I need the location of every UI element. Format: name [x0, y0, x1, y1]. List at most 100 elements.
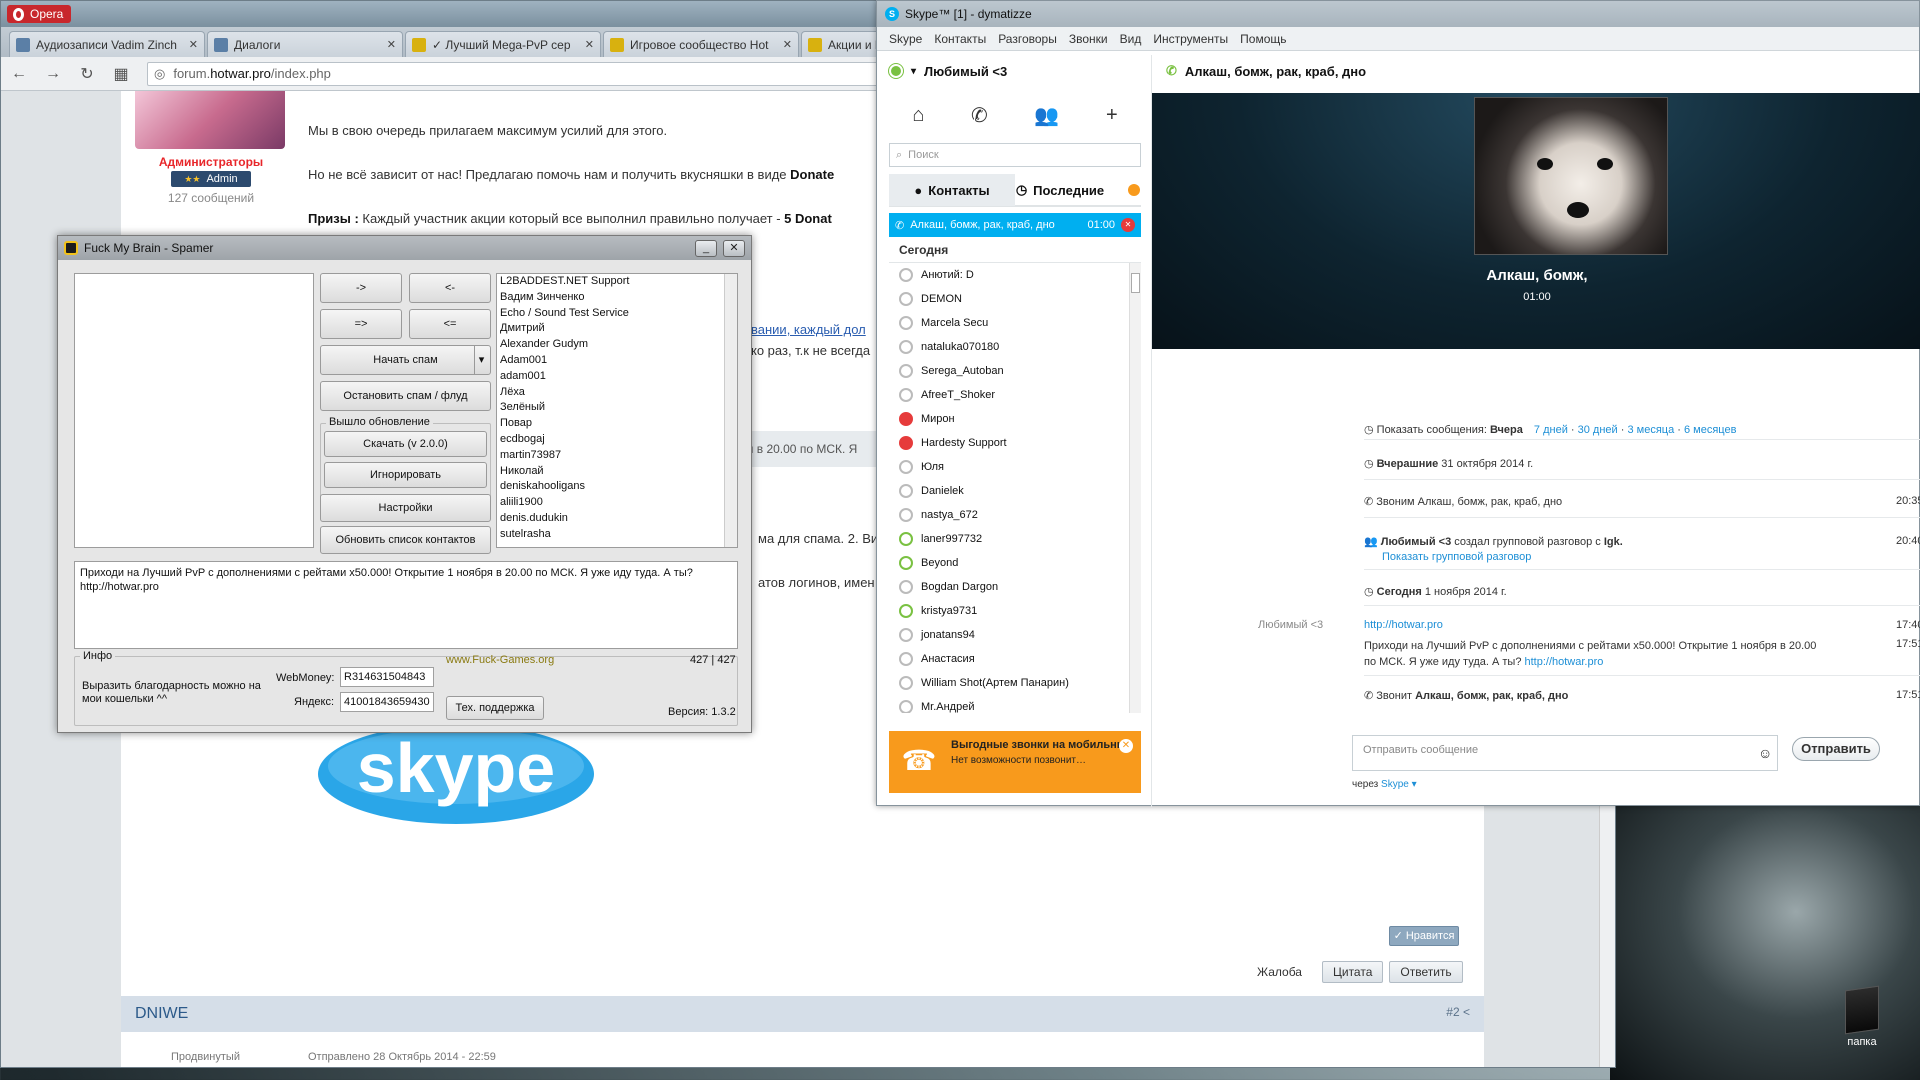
- message-link[interactable]: http://hotwar.pro: [1364, 619, 1443, 639]
- contacts-scrollbar[interactable]: [1129, 263, 1141, 713]
- hang-up-icon[interactable]: ✕: [1121, 218, 1135, 232]
- refresh-contacts-button[interactable]: Обновить список контактов: [320, 526, 491, 554]
- like-button[interactable]: ✓ Нравится: [1389, 926, 1459, 946]
- contact-list-item[interactable]: L2BADDEST.NET Support: [497, 274, 737, 290]
- contact-list-item[interactable]: Николай: [497, 464, 737, 480]
- contact-item[interactable]: Анютий: D: [889, 263, 1141, 287]
- forward-arrow-icon[interactable]: →: [45, 65, 61, 83]
- post-number[interactable]: #2 <: [1446, 1005, 1470, 1023]
- contact-item[interactable]: Юля: [889, 455, 1141, 479]
- support-button[interactable]: Тех. поддержка: [446, 696, 544, 720]
- close-tab-icon[interactable]: ✕: [783, 38, 792, 51]
- contact-list-item[interactable]: Echo / Sound Test Service: [497, 306, 737, 322]
- contact-list-item[interactable]: ecdbogaj: [497, 432, 737, 448]
- menu-item[interactable]: Звонки: [1069, 32, 1108, 46]
- contact-list-item[interactable]: Повар: [497, 416, 737, 432]
- close-button[interactable]: ✕: [723, 239, 745, 257]
- tab-contacts[interactable]: ● Контакты: [889, 174, 1015, 206]
- reply-button[interactable]: Ответить: [1389, 961, 1463, 983]
- start-spam-button[interactable]: Начать спам ▾: [320, 345, 491, 375]
- contact-item[interactable]: laner997732: [889, 527, 1141, 551]
- move-right-button[interactable]: ->: [320, 273, 402, 303]
- scrollbar-thumb[interactable]: [1131, 273, 1140, 293]
- menu-item[interactable]: Инструменты: [1153, 32, 1228, 46]
- contact-list-item[interactable]: Вадим Зинченко: [497, 290, 737, 306]
- add-contact-icon[interactable]: +: [1106, 104, 1118, 127]
- send-button[interactable]: Отправить: [1792, 737, 1880, 761]
- back-arrow-icon[interactable]: ←: [11, 65, 27, 83]
- contact-item[interactable]: jonatans94: [889, 623, 1141, 647]
- contact-item[interactable]: AfreeT_Shoker: [889, 383, 1141, 407]
- webmoney-field[interactable]: R314631504843: [340, 667, 434, 687]
- minimize-button[interactable]: _: [695, 239, 717, 257]
- contact-list-item[interactable]: Зелёный: [497, 400, 737, 416]
- message-link[interactable]: http://hotwar.pro: [1525, 656, 1604, 668]
- desktop-folder[interactable]: папка: [1830, 985, 1894, 1048]
- contact-item[interactable]: William Shot(Артем Панарин): [889, 671, 1141, 695]
- post-author[interactable]: DNIWE: [135, 1005, 188, 1023]
- contact-item[interactable]: Mr.Андрей: [889, 695, 1141, 713]
- move-left-button[interactable]: <-: [409, 273, 491, 303]
- contact-item[interactable]: Bogdan Dargon: [889, 575, 1141, 599]
- browser-tab[interactable]: Диалоги ✕: [207, 31, 403, 57]
- contact-list-item[interactable]: deniskahooligans: [497, 479, 737, 495]
- move-all-left-button[interactable]: <=: [409, 309, 491, 339]
- user-avatar[interactable]: [135, 91, 285, 149]
- filter-30-days[interactable]: 30 дней: [1578, 424, 1618, 436]
- close-promo-icon[interactable]: ✕: [1119, 739, 1133, 753]
- filter-6-months[interactable]: 6 месяцев: [1684, 424, 1736, 436]
- selected-contacts-list[interactable]: [74, 273, 314, 548]
- opera-menu-button[interactable]: Opera: [7, 5, 72, 23]
- contact-list-item[interactable]: adam001: [497, 369, 737, 385]
- speed-dial-grid-icon[interactable]: ▦: [113, 64, 129, 84]
- contact-item[interactable]: Serega_Autoban: [889, 359, 1141, 383]
- group-icon[interactable]: 👥: [1034, 103, 1059, 128]
- show-group-link[interactable]: Показать групповой разговор: [1382, 551, 1531, 571]
- menu-item[interactable]: Вид: [1120, 32, 1142, 46]
- contact-item[interactable]: kristya9731: [889, 599, 1141, 623]
- contact-item[interactable]: Danielek: [889, 479, 1141, 503]
- filter-3-months[interactable]: 3 месяца: [1627, 424, 1674, 436]
- contact-list-item[interactable]: denis.dudukin: [497, 511, 737, 527]
- close-tab-icon[interactable]: ✕: [585, 38, 594, 51]
- report-link[interactable]: Жалоба: [1257, 965, 1302, 979]
- contact-list-item[interactable]: sutelrasha: [497, 527, 737, 543]
- contact-list-item[interactable]: Лёха: [497, 385, 737, 401]
- emoticon-icon[interactable]: ☺: [1758, 745, 1772, 761]
- contact-item[interactable]: nastya_672: [889, 503, 1141, 527]
- promo-banner[interactable]: ☎ Выгодные звонки на мобильные Нет возмо…: [889, 731, 1141, 793]
- close-tab-icon[interactable]: ✕: [189, 38, 198, 51]
- yandex-field[interactable]: 41001843659430: [340, 692, 434, 712]
- move-all-right-button[interactable]: =>: [320, 309, 402, 339]
- site-link[interactable]: www.Fuck-Games.org: [446, 654, 554, 666]
- browser-tab[interactable]: Аудиозаписи Vadim Zinch ✕: [9, 31, 205, 57]
- menu-item[interactable]: Разговоры: [998, 32, 1057, 46]
- active-call-item[interactable]: ✆ Алкаш, бомж, рак, краб, дно 01:00 ✕: [889, 213, 1141, 237]
- chevron-down-icon[interactable]: ▾: [911, 66, 916, 77]
- dropdown-arrow-icon[interactable]: ▾: [474, 346, 488, 374]
- post-link[interactable]: вании, каждый дол: [751, 322, 866, 337]
- browser-tab[interactable]: Игровое сообщество Hot ✕: [603, 31, 799, 57]
- contact-list-item[interactable]: Дмитрий: [497, 321, 737, 337]
- reload-icon[interactable]: ↻: [79, 64, 95, 84]
- phone-icon[interactable]: ✆: [971, 103, 988, 128]
- profile-header[interactable]: ▾ Любимый <3: [889, 55, 1141, 87]
- contact-item[interactable]: Beyond: [889, 551, 1141, 575]
- contact-item[interactable]: DEMON: [889, 287, 1141, 311]
- download-update-button[interactable]: Скачать (v 2.0.0): [324, 431, 487, 457]
- filter-7-days[interactable]: 7 дней: [1534, 424, 1568, 436]
- contact-list-item[interactable]: Alexander Gudym: [497, 337, 737, 353]
- message-input[interactable]: Отправить сообщение: [1352, 735, 1778, 771]
- menu-item[interactable]: Помощь: [1240, 32, 1286, 46]
- online-status-icon[interactable]: [889, 64, 903, 78]
- settings-button[interactable]: Настройки: [320, 494, 491, 522]
- contacts-list-scrollbar[interactable]: [724, 274, 737, 547]
- menu-item[interactable]: Skype: [889, 32, 922, 46]
- search-input[interactable]: ⌕ Поиск: [889, 143, 1141, 167]
- chat-title[interactable]: Алкаш, бомж, рак, краб, дно: [1185, 64, 1366, 79]
- tab-recent[interactable]: ◷ Последние: [1015, 174, 1141, 206]
- contact-item[interactable]: nataluka070180: [889, 335, 1141, 359]
- send-via[interactable]: через Skype ▾: [1352, 779, 1417, 790]
- home-icon[interactable]: ⌂: [912, 104, 924, 127]
- contact-item[interactable]: Анастасия: [889, 647, 1141, 671]
